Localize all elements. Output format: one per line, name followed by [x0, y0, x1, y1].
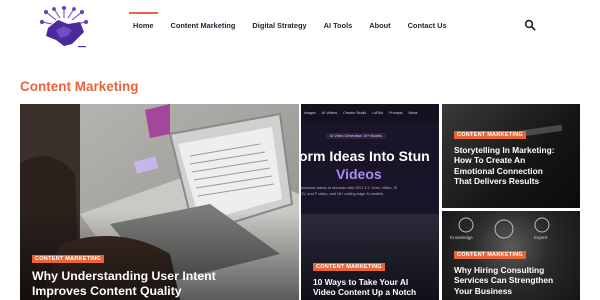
post-title-line: 10 Ways to Take Your AI — [313, 277, 409, 287]
handshake-network-logo[interactable] — [38, 6, 90, 50]
nav-about[interactable]: About — [369, 12, 390, 30]
post-title-line: Improves Content Quality — [32, 284, 182, 298]
nav-ai-tools[interactable]: AI Tools — [324, 12, 353, 30]
post-title-line: Services Can Strengthen — [454, 275, 554, 286]
post-title-line: Video Content Up a Notch — [313, 287, 417, 298]
screen-menu: Images AI Videos Creator Studio LoRAs Pr… — [301, 104, 439, 122]
screen-menu-item: Prompts — [389, 111, 403, 115]
category-badge[interactable]: Content Marketing — [32, 255, 104, 263]
nav-contact-us[interactable]: Contact Us — [408, 12, 447, 30]
post-title[interactable]: Why Hiring Consulting Services Can Stren… — [454, 265, 553, 296]
category-badge[interactable]: Content Marketing — [454, 251, 526, 259]
post-title-line: Why Hiring Consulting — [454, 265, 545, 275]
graphic-label: Knowledge — [450, 235, 473, 240]
post-title-line: Storytelling In Marketing: — [454, 145, 555, 155]
post-title[interactable]: Why Understanding User Intent Improves C… — [32, 269, 216, 299]
screen-headline: orm Ideas Into Stun — [301, 148, 439, 164]
post-title-line: Emotional Connection — [454, 165, 543, 176]
nav-home[interactable]: Home — [129, 12, 158, 30]
post-title-line: Your Business — [454, 285, 513, 296]
post-card-consulting[interactable]: Knowledge Expert Content Marketing Why H… — [442, 211, 580, 300]
screen-pill: AI Video Generation 15+ Models — [326, 133, 386, 139]
post-card-user-intent[interactable]: Content Marketing Why Understanding User… — [20, 104, 299, 300]
section-title: Content Marketing — [20, 79, 139, 94]
nav-content-marketing[interactable]: Content Marketing — [171, 12, 236, 30]
screen-subtext: essional videos in seconds with VEO 3.1,… — [301, 186, 439, 197]
screen-menu-item: Creator Studio — [343, 111, 367, 115]
nav-digital-strategy[interactable]: Digital Strategy — [252, 12, 306, 30]
post-card-ai-video[interactable]: Images AI Videos Creator Studio LoRAs Pr… — [301, 104, 439, 300]
post-title[interactable]: 10 Ways to Take Your AI Video Content Up… — [313, 277, 416, 298]
screen-headline-2: Videos — [336, 166, 382, 182]
site-header: Home Content Marketing Digital Strategy … — [0, 0, 600, 52]
screen-subtext-line: 1V, and P video, and 18+ cutting-edge AI… — [301, 191, 385, 196]
search-icon[interactable] — [524, 19, 536, 31]
main-nav: Home Content Marketing Digital Strategy … — [129, 12, 464, 38]
screen-menu-item: AI Videos — [321, 111, 338, 115]
screen-menu-item: LoRAs — [372, 111, 384, 115]
screen-menu-item: News — [408, 111, 418, 115]
post-title[interactable]: Storytelling In Marketing: How To Create… — [454, 145, 555, 186]
graphic-label: Expert — [534, 235, 548, 240]
post-title-line: Why Understanding User Intent — [32, 269, 216, 283]
post-card-storytelling[interactable]: ▬▬▬ Content Marketing Storytelling In Ma… — [442, 104, 580, 208]
category-badge[interactable]: Content Marketing — [454, 131, 526, 139]
screen-menu-item: Images — [304, 111, 316, 115]
category-badge[interactable]: Content Marketing — [313, 263, 385, 271]
post-title-line: How To Create An — [454, 155, 526, 166]
screen-headline-text: orm Ideas Into Stun — [301, 148, 430, 164]
post-title-line: That Delivers Results — [454, 175, 540, 186]
